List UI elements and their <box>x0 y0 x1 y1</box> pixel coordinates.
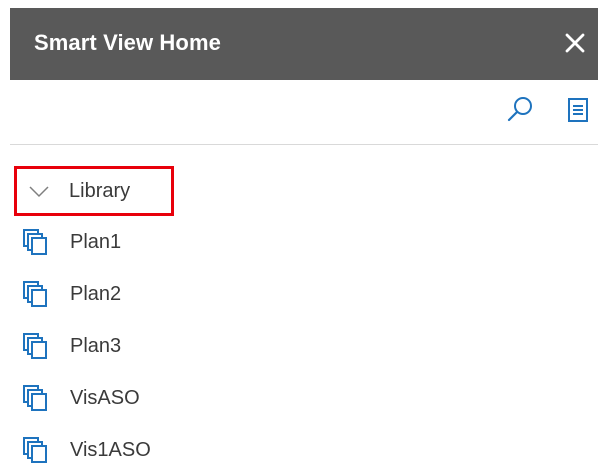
list-item-label: Plan2 <box>70 282 122 305</box>
list-item[interactable]: Plan1 <box>14 216 594 268</box>
smart-view-panel: Smart View Home Library Plan1 Plan2 Plan… <box>0 0 598 465</box>
cube-icon <box>23 281 47 307</box>
tree-node-label: Library <box>69 179 131 202</box>
search-icon[interactable] <box>504 94 536 126</box>
list-item[interactable]: Plan2 <box>14 268 594 320</box>
list-item-label: VisASO <box>70 386 140 409</box>
library-tree: Library Plan1 Plan2 Plan3 VisASO Vis1ASO <box>14 166 594 465</box>
cube-icon <box>23 333 47 359</box>
tree-node-library[interactable]: Library <box>14 166 174 216</box>
list-item-label: Plan1 <box>70 230 122 253</box>
panel-header: Smart View Home <box>10 8 598 80</box>
list-item[interactable]: Plan3 <box>14 320 594 372</box>
panel-title: Smart View Home <box>34 30 221 55</box>
list-item-label: Plan3 <box>70 334 122 357</box>
cube-icon <box>23 229 47 255</box>
panel-toolbar <box>10 80 598 145</box>
list-item[interactable]: Vis1ASO <box>14 424 594 465</box>
menu-icon[interactable] <box>562 94 594 126</box>
chevron-down-icon[interactable] <box>27 179 51 203</box>
close-icon[interactable] <box>560 28 590 58</box>
list-item[interactable]: VisASO <box>14 372 594 424</box>
cube-icon <box>23 437 47 463</box>
cube-icon <box>23 385 47 411</box>
list-item-label: Vis1ASO <box>70 438 151 461</box>
